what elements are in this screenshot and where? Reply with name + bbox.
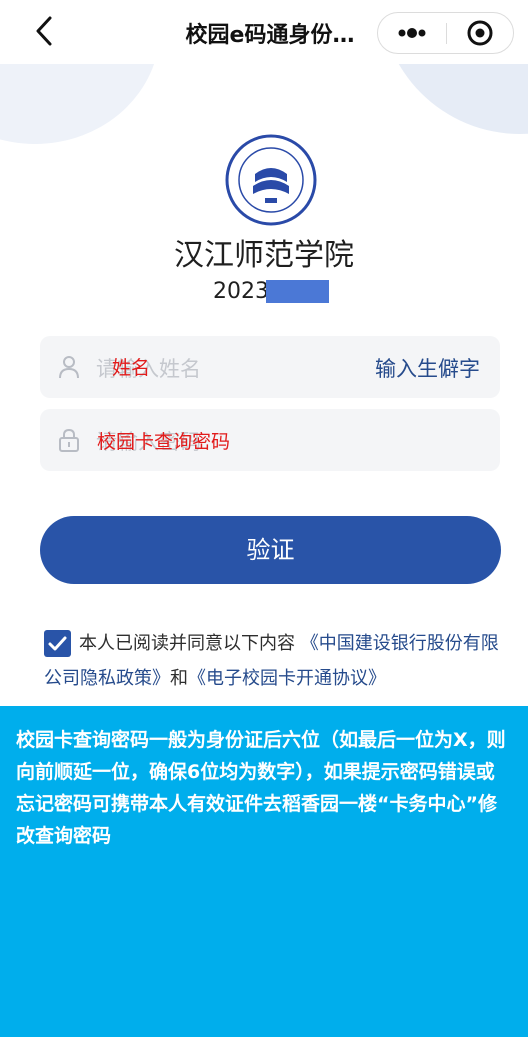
more-button[interactable] <box>378 13 446 53</box>
card-agreement-link[interactable]: 《电子校园卡开通协议》 <box>188 668 386 689</box>
agreement-statement: 本人已阅读并同意以下内容 <box>79 633 295 654</box>
chevron-left-icon[interactable] <box>30 14 58 48</box>
verify-button[interactable]: 验证 <box>40 516 501 584</box>
password-input[interactable]: 请输入密码 校园卡查询密码 <box>40 409 500 471</box>
name-annotation: 姓名 <box>112 357 151 379</box>
decor-shape <box>380 64 528 134</box>
redaction-mask <box>266 280 329 303</box>
password-annotation: 校园卡查询密码 <box>97 431 231 453</box>
name-input[interactable]: 请输入姓名 姓名 输入生僻字 <box>40 336 500 398</box>
agreement-text: 本人已阅读并同意以下内容 《中国建设银行股份有限公司隐私政策》和《电子校园卡开通… <box>44 626 504 696</box>
notice-text: 校园卡查询密码一般为身份证后六位（如最后一位为X，则向前顺延一位，确保6位均为数… <box>16 729 506 847</box>
rare-character-link[interactable]: 输入生僻字 <box>375 353 480 383</box>
agreement-and: 和 <box>170 668 188 689</box>
school-name: 汉江师范学院 <box>174 238 354 273</box>
more-dots-icon <box>398 28 426 38</box>
navigation-bar: 校园e码通身份… <box>0 0 528 64</box>
student-id: 2023 <box>213 279 269 304</box>
user-icon <box>59 356 79 379</box>
page-title: 校园e码通身份… <box>185 23 355 48</box>
mini-program-capsule <box>377 12 514 54</box>
notice-banner: 校园卡查询密码一般为身份证后六位（如最后一位为X，则向前顺延一位，确保6位均为数… <box>0 706 528 1037</box>
university-seal-icon <box>225 134 317 226</box>
login-panel: 汉江师范学院 2023 请输入姓名 姓名 输入生僻字 请输入密码 校园卡查询密码… <box>0 64 528 706</box>
decor-shape <box>0 64 160 144</box>
close-button[interactable] <box>447 13 514 53</box>
lock-icon <box>59 428 79 452</box>
target-close-icon <box>467 20 493 46</box>
